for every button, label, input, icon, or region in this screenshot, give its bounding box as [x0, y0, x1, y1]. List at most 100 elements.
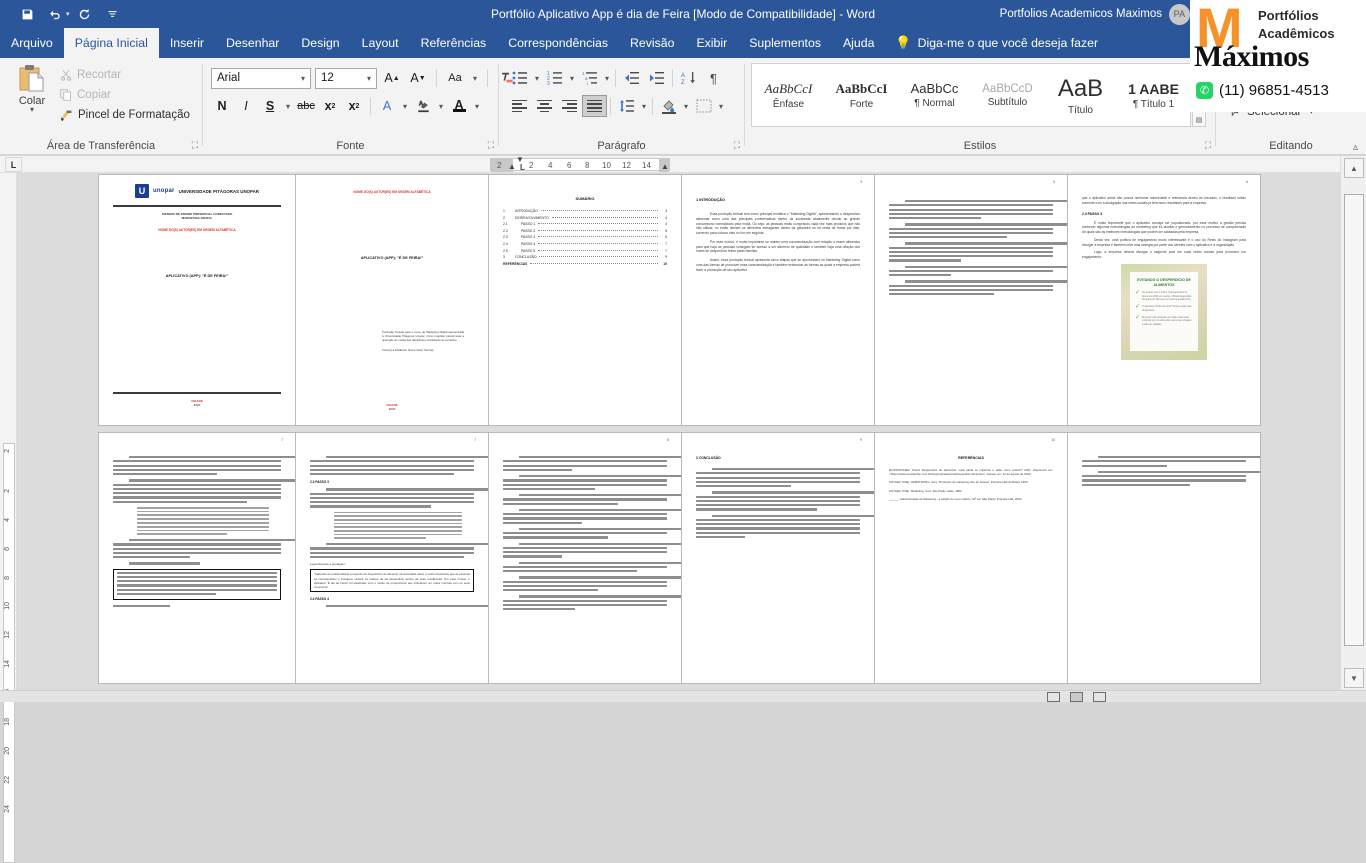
borders-icon[interactable]	[691, 95, 716, 117]
account-area[interactable]: Portfolios Academicos Maximos PA	[1000, 0, 1190, 28]
save-icon[interactable]	[14, 3, 40, 25]
undo-icon[interactable]	[42, 3, 68, 25]
toc-entry[interactable]: 2.4PASSO 47	[503, 242, 667, 246]
tab-stop-selector[interactable]: L	[5, 157, 22, 172]
chevron-down-icon[interactable]: ▾	[400, 102, 410, 111]
tab-pagina-inicial[interactable]: Página Inicial	[64, 28, 159, 58]
tab-arquivo[interactable]: Arquivo	[0, 28, 64, 58]
web-layout-icon[interactable]	[1093, 692, 1106, 702]
font-size-combo[interactable]: 12 ▾	[315, 68, 377, 89]
document-page[interactable]	[1068, 433, 1260, 683]
tab-correspondencias[interactable]: Correspondências	[497, 28, 619, 58]
toc-entry[interactable]: 2.1PASSO 14	[503, 222, 667, 226]
numbered-list-icon[interactable]: 123	[542, 67, 567, 89]
clipboard-dialog-launcher-icon[interactable]: ⛶	[192, 140, 198, 151]
toc-entry[interactable]: 1INTRODUÇÃO3	[503, 209, 667, 213]
paragraph-dialog-launcher-icon[interactable]: ⛶	[734, 140, 740, 151]
read-mode-icon[interactable]	[1047, 692, 1060, 702]
cut-button[interactable]: Recortar	[58, 65, 190, 85]
style-titulo[interactable]: AaB Título	[1044, 64, 1117, 126]
shading-icon[interactable]	[656, 95, 681, 117]
tab-ajuda[interactable]: Ajuda	[832, 28, 885, 58]
document-page[interactable]: 5	[875, 175, 1067, 425]
chevron-down-icon[interactable]: ▾	[298, 74, 308, 83]
scroll-up-icon[interactable]: ▲	[1344, 158, 1364, 178]
tab-design[interactable]: Design	[290, 28, 350, 58]
text-highlight-button[interactable]	[412, 95, 434, 117]
toc-entry[interactable]: 2.5PASSO 57	[503, 249, 667, 253]
change-case-button[interactable]: Aa	[444, 67, 466, 89]
style-titulo-1[interactable]: 1 AABE ¶ Título 1	[1117, 64, 1190, 126]
bullet-list-icon[interactable]	[507, 67, 532, 89]
print-layout-icon[interactable]	[1070, 692, 1083, 702]
copy-button[interactable]: Copiar	[58, 85, 190, 105]
document-page[interactable]: 6 que o aplicativo ainda não possui nenh…	[1068, 175, 1260, 425]
chevron-down-icon[interactable]: ▾	[472, 102, 482, 111]
document-page[interactable]: SUMÁRIO 1INTRODUÇÃO3 2DESENVOLVIMENTO4 2…	[489, 175, 681, 425]
superscript-button[interactable]: x2	[343, 95, 365, 117]
chevron-down-icon[interactable]: ▾	[436, 102, 446, 111]
align-right-icon[interactable]	[557, 95, 582, 117]
tell-me-search[interactable]: 💡 Diga-me o que você deseja fazer	[885, 28, 1108, 58]
subscript-button[interactable]: x2	[319, 95, 341, 117]
undo-dropdown-icon[interactable]: ▾	[66, 10, 70, 18]
tab-referencias[interactable]: Referências	[410, 28, 498, 58]
framed-text-box[interactable]	[113, 569, 281, 601]
tab-stop-marker[interactable]: L	[520, 163, 525, 172]
font-color-button[interactable]: A	[448, 95, 470, 117]
tab-suplementos[interactable]: Suplementos	[738, 28, 832, 58]
customize-quick-access-icon[interactable]	[100, 3, 126, 25]
chevron-down-icon[interactable]: ▾	[532, 74, 542, 83]
vertical-ruler[interactable]: 2 2 4 6 8 10 12 14 16 18 20 22 24	[0, 173, 17, 690]
document-page[interactable]: U unopar UNIVERSIDADE PITÁGORAS UNOPAR S…	[99, 175, 295, 425]
right-indent-marker[interactable]: ▲	[661, 162, 669, 171]
document-page[interactable]: 10 REFERÊNCIAS ECOWATCHER. Portal. Despe…	[875, 433, 1067, 683]
font-name-combo[interactable]: Arial ▾	[211, 68, 311, 89]
scroll-down-icon[interactable]: ▼	[1344, 668, 1364, 688]
document-page[interactable]: 9 3 CONCLUSÃO	[682, 433, 874, 683]
styles-more-icon[interactable]: ▤	[1196, 116, 1203, 124]
decrease-indent-icon[interactable]	[619, 67, 644, 89]
paste-button[interactable]: Colar ▾	[8, 64, 56, 113]
format-painter-button[interactable]: Pincel de Formatação	[58, 105, 190, 125]
tab-layout[interactable]: Layout	[351, 28, 410, 58]
show-formatting-marks-icon[interactable]: ¶	[701, 67, 726, 89]
document-page[interactable]: NOME DO(S) AUTOR(ES) EM ORDEM ALFABÉTICA…	[296, 175, 488, 425]
redo-icon[interactable]	[72, 3, 98, 25]
chevron-down-icon[interactable]: ▾	[602, 74, 612, 83]
style-enfase[interactable]: AaBbCcI Ênfase	[752, 64, 825, 126]
document-page[interactable]: 3 1 INTRODUÇÃO Essa produção textual tem…	[682, 175, 874, 425]
tab-exibir[interactable]: Exibir	[685, 28, 738, 58]
chevron-down-icon[interactable]: ▾	[567, 74, 577, 83]
document-canvas[interactable]: U unopar UNIVERSIDADE PITÁGORAS UNOPAR S…	[18, 173, 1340, 690]
whatsapp-contact[interactable]: ✆ (11) 96851-4513	[1196, 82, 1329, 99]
toc-entry[interactable]: 2.3PASSO 36	[503, 235, 667, 239]
tab-desenhar[interactable]: Desenhar	[215, 28, 290, 58]
text-effects-button[interactable]: A	[376, 95, 398, 117]
strikethrough-button[interactable]: abc	[295, 95, 317, 117]
chevron-down-icon[interactable]: ▾	[283, 102, 293, 111]
chevron-down-icon[interactable]: ▾	[470, 74, 480, 83]
justify-icon[interactable]	[582, 95, 607, 117]
increase-indent-icon[interactable]	[644, 67, 669, 89]
vertical-scrollbar[interactable]: ▲ ▼	[1340, 156, 1366, 690]
chevron-down-icon[interactable]: ▾	[364, 74, 374, 83]
italic-button[interactable]: I	[235, 95, 257, 117]
sort-icon[interactable]: AZ	[676, 67, 701, 89]
document-page[interactable]: 7 2.3 PASSO 3 Legenda para a postagem: "…	[296, 433, 488, 683]
document-page[interactable]: 8	[489, 433, 681, 683]
bold-button[interactable]: N	[211, 95, 233, 117]
toc-entry[interactable]: 2DESENVOLVIMENTO4	[503, 216, 667, 220]
multilevel-list-icon[interactable]: 1ai	[577, 67, 602, 89]
align-left-icon[interactable]	[507, 95, 532, 117]
left-indent-marker[interactable]: ▲	[508, 162, 516, 171]
toc-entry[interactable]: REFERÊNCIAS10	[503, 262, 667, 266]
shrink-font-button[interactable]: A▼	[407, 67, 429, 89]
style-subtitulo[interactable]: AaBbCcD Subtítulo	[971, 64, 1044, 126]
grow-font-button[interactable]: A▲	[381, 67, 403, 89]
line-spacing-icon[interactable]	[614, 95, 639, 117]
toc-entry[interactable]: 3CONCLUSÃO9	[503, 255, 667, 259]
align-center-icon[interactable]	[532, 95, 557, 117]
underline-button[interactable]: S	[259, 95, 281, 117]
collapse-ribbon-icon[interactable]: ▵	[1353, 142, 1358, 153]
